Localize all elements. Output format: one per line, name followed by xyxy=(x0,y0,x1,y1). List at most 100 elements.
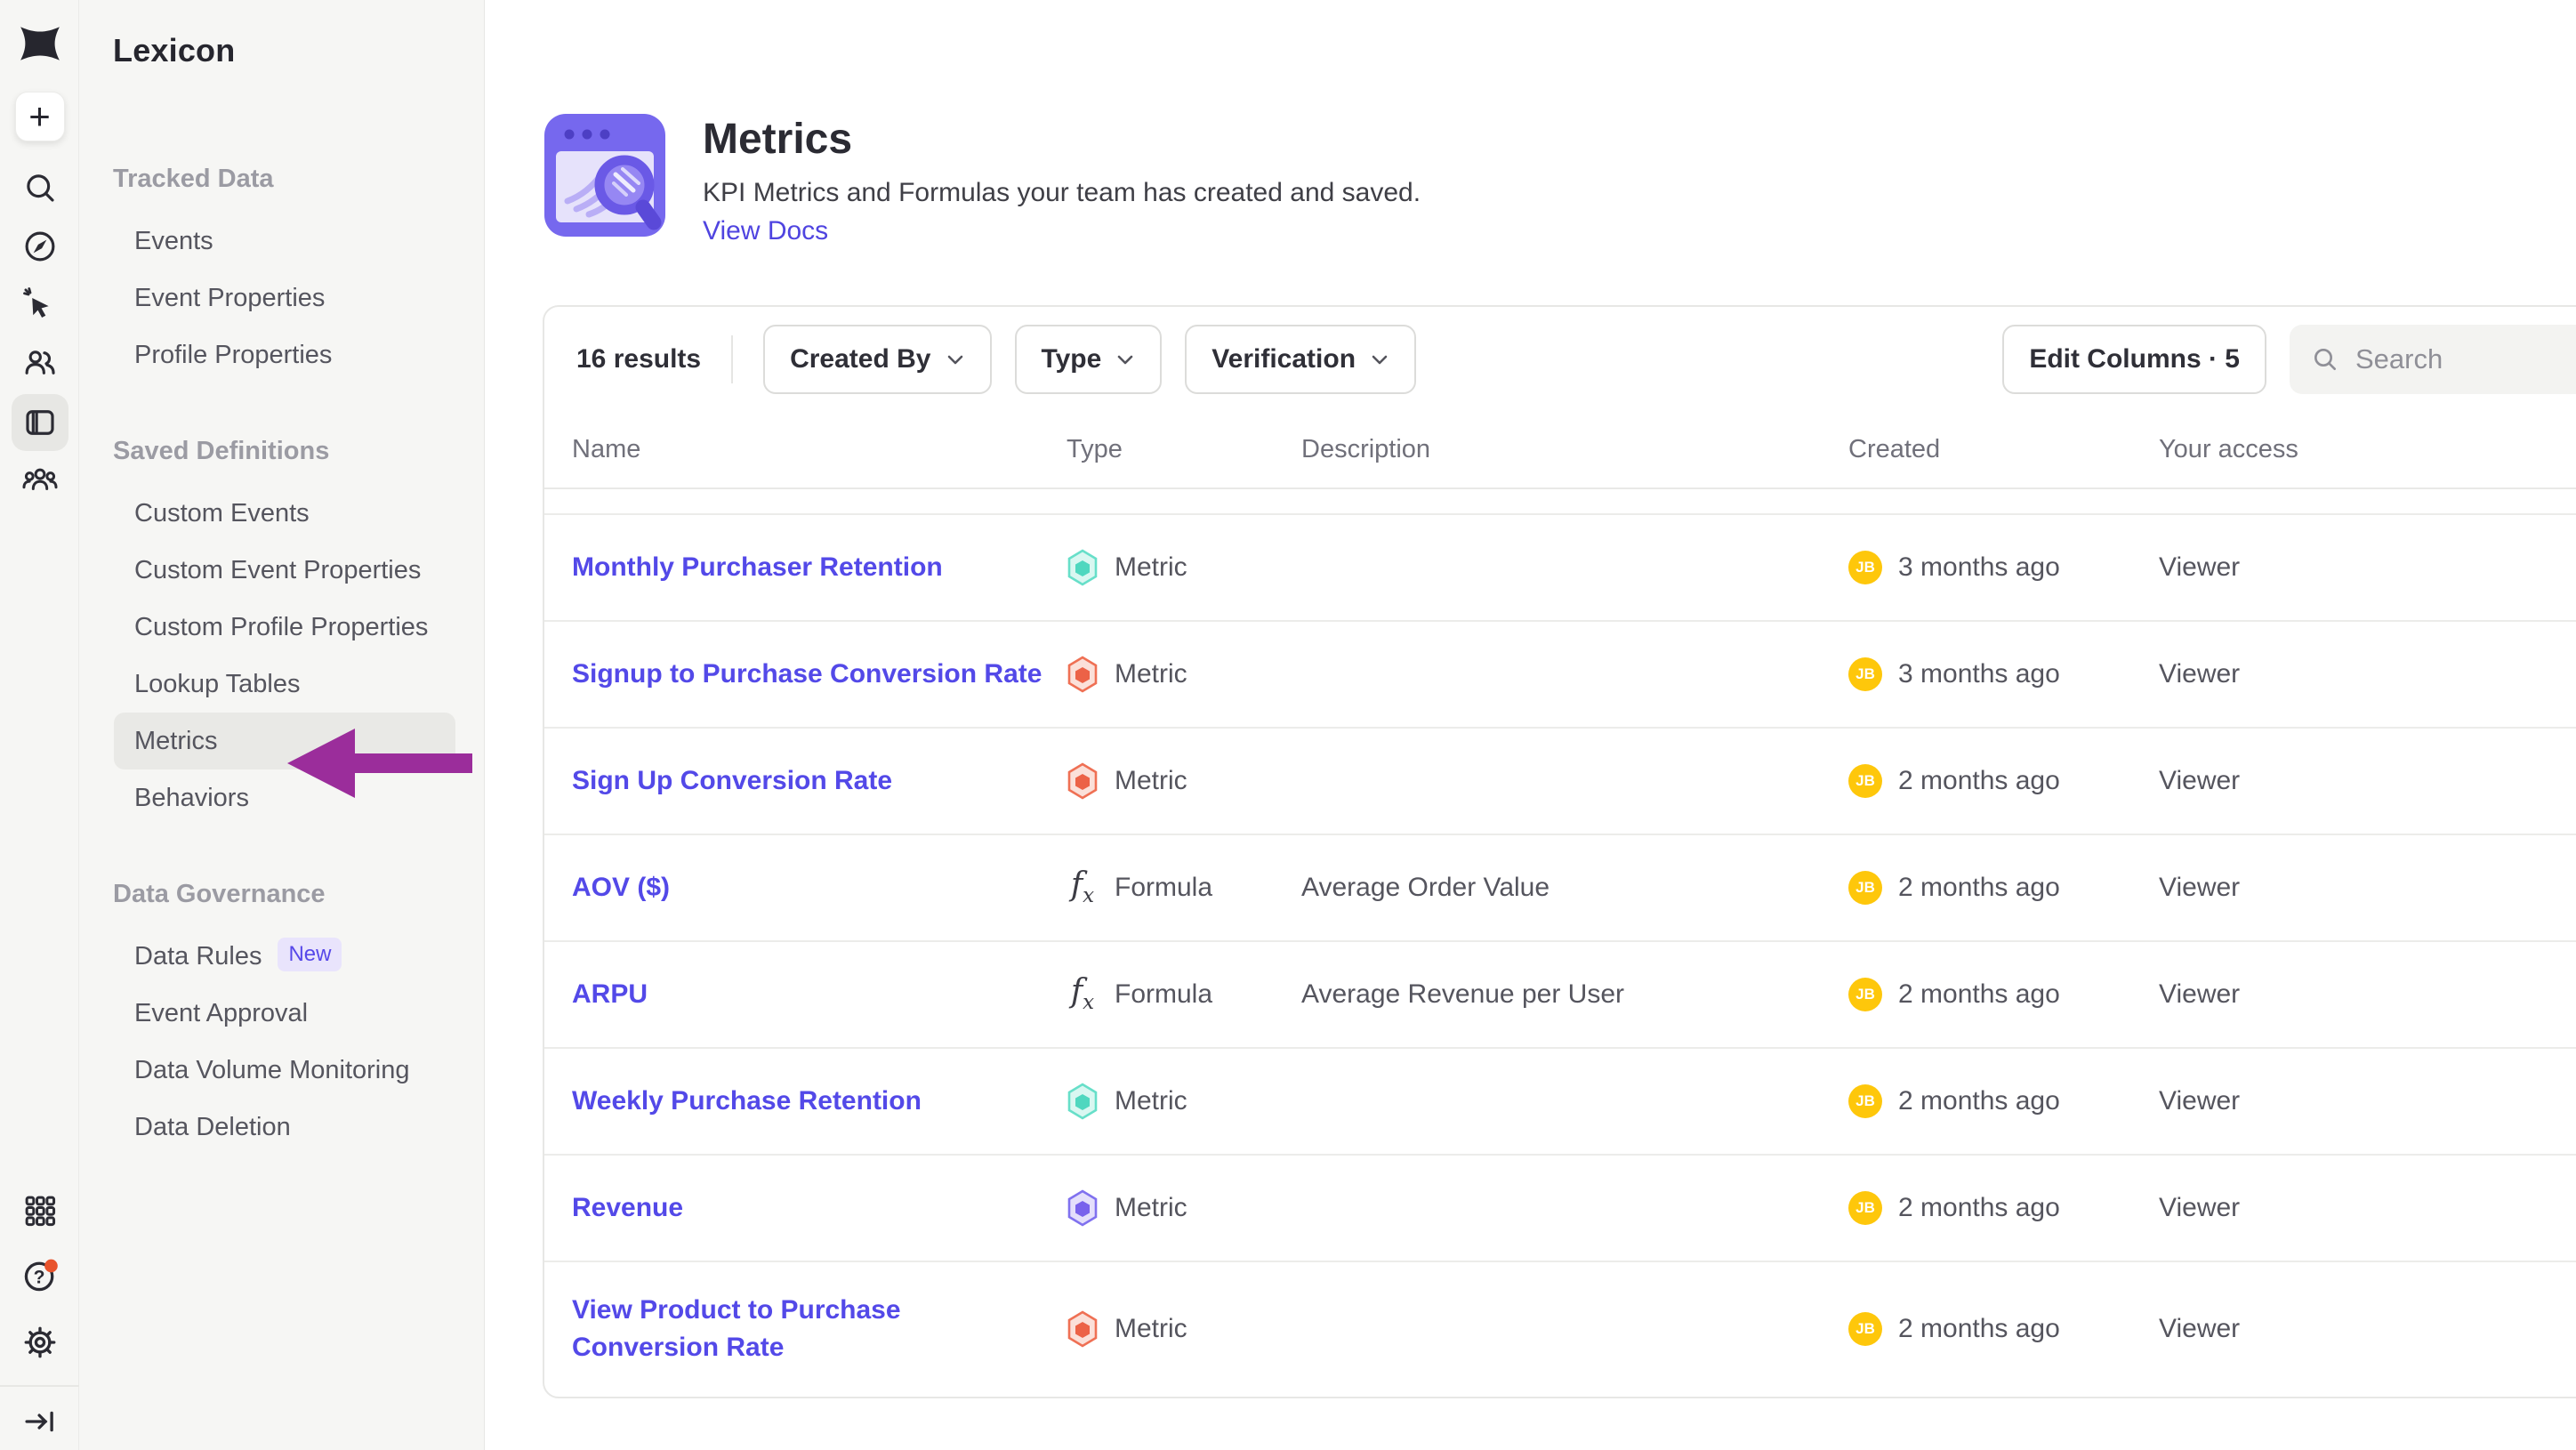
sidebar-item-label: Custom Event Properties xyxy=(134,556,421,584)
svg-text:?: ? xyxy=(33,1267,44,1287)
filter-type-button[interactable]: Type xyxy=(1015,325,1163,394)
edit-columns-button[interactable]: Edit Columns · 5 xyxy=(2002,325,2266,394)
icon-rail: +? xyxy=(0,0,79,1450)
section-label: Tracked Data xyxy=(113,161,484,197)
rail-divider xyxy=(0,1385,79,1387)
metric-name-link[interactable]: Revenue xyxy=(572,1189,1067,1227)
type-cell: fxFormula xyxy=(1067,869,1301,906)
metrics-app-icon xyxy=(543,112,667,238)
metric-name-link[interactable]: Weekly Purchase Retention xyxy=(572,1083,1067,1120)
avatar: JB xyxy=(1848,551,1882,584)
metric-name-link[interactable]: Monthly Purchaser Retention xyxy=(572,549,1067,586)
metric-hexagon-icon xyxy=(1067,1083,1099,1120)
sidebar-item-label: Behaviors xyxy=(134,784,249,812)
users-icon[interactable] xyxy=(0,343,79,381)
metric-name-link[interactable]: AOV ($) xyxy=(572,869,1067,906)
created-cell: JB2 months ago xyxy=(1848,1312,2159,1346)
column-header-your-access: Your access xyxy=(2159,435,2576,464)
page-subtitle: KPI Metrics and Formulas your team has c… xyxy=(703,174,1421,212)
metric-hexagon-icon xyxy=(1067,1189,1099,1227)
created-time: 2 months ago xyxy=(1898,766,2060,796)
access-cell: Viewer xyxy=(2159,766,2576,796)
sidebar-item-label: Metrics xyxy=(134,727,217,755)
filter-created-by-button[interactable]: Created By xyxy=(763,325,991,394)
metric-hexagon-icon xyxy=(1067,549,1099,586)
view-docs-link[interactable]: View Docs xyxy=(703,213,828,249)
metrics-table-panel: 16 results Created By Type Verification Ed… xyxy=(543,305,2576,1398)
explore-compass-icon[interactable] xyxy=(0,228,79,265)
events-cursor-icon[interactable] xyxy=(0,286,79,323)
sidebar-item-custom-profile-properties[interactable]: Custom Profile Properties xyxy=(114,599,455,656)
type-cell: Metric xyxy=(1067,656,1301,693)
description-cell: Average Revenue per User xyxy=(1301,979,1848,1010)
type-label: Metric xyxy=(1115,766,1187,796)
created-time: 2 months ago xyxy=(1898,1314,2060,1344)
table-row: Sign Up Conversion RateMetricJB2 months … xyxy=(544,729,2576,835)
create-plus-icon[interactable]: + xyxy=(0,92,79,141)
created-cell: JB 2 months ago xyxy=(1848,978,2159,1011)
metric-hexagon-icon xyxy=(1067,656,1099,693)
access-cell: Viewer xyxy=(2159,659,2576,689)
metric-hexagon-icon xyxy=(1067,762,1099,800)
type-label: Metric xyxy=(1115,1193,1187,1223)
avatar: JB xyxy=(1848,978,1882,1011)
metric-name-link[interactable]: Sign Up Conversion Rate xyxy=(572,762,1067,800)
new-badge: New xyxy=(278,938,342,971)
metric-name-link[interactable]: Signup to Purchase Conversion Rate xyxy=(572,656,1067,693)
sidebar-item-event-approval[interactable]: Event Approval xyxy=(114,985,455,1042)
type-label: Metric xyxy=(1115,659,1187,689)
sidebar-item-label: Data Volume Monitoring xyxy=(134,1056,410,1084)
sidebar-item-custom-event-properties[interactable]: Custom Event Properties xyxy=(114,542,455,599)
settings-gear-icon[interactable] xyxy=(0,1324,79,1361)
type-cell: Metric xyxy=(1067,549,1301,586)
table-row: View Product to Purchase Conversion Rate… xyxy=(544,1262,2576,1396)
apps-grid-icon[interactable] xyxy=(0,1192,79,1229)
help-question-icon[interactable]: ? xyxy=(0,1256,79,1295)
sidebar-item-data-rules[interactable]: Data Rules New xyxy=(114,928,455,985)
filter-label: Created By xyxy=(790,344,930,375)
annotation-arrow-icon xyxy=(287,729,474,798)
formula-fx-icon: fx xyxy=(1067,869,1099,906)
sidebar-item-profile-properties[interactable]: Profile Properties xyxy=(114,326,455,383)
filter-verification-button[interactable]: Verification xyxy=(1185,325,1416,394)
created-cell: JB2 months ago xyxy=(1848,871,2159,905)
created-time: 2 months ago xyxy=(1898,979,2060,1010)
sidebar-item-lookup-tables[interactable]: Lookup Tables xyxy=(114,656,455,713)
type-cell: fxFormula xyxy=(1067,976,1301,1013)
results-count: 16 results xyxy=(576,344,701,375)
sidebar-item-event-properties[interactable]: Event Properties xyxy=(114,270,455,326)
search-input[interactable] xyxy=(2355,343,2569,375)
sidebar-item-label: Data Rules xyxy=(134,942,262,971)
metric-name-link[interactable]: ARPU xyxy=(572,976,1067,1013)
column-header-created: Created xyxy=(1848,435,2159,464)
search-box[interactable] xyxy=(2290,325,2576,394)
filter-label: Type xyxy=(1042,344,1102,375)
sidebar-item-data-volume-monitoring[interactable]: Data Volume Monitoring xyxy=(114,1042,455,1099)
sidebar-item-custom-events[interactable]: Custom Events xyxy=(114,485,455,542)
metric-name-link[interactable]: View Product to Purchase Conversion Rate xyxy=(572,1292,1067,1366)
sidebar-item-events[interactable]: Events xyxy=(114,213,455,270)
cohorts-group-icon[interactable] xyxy=(0,461,79,498)
created-cell: JB3 months ago xyxy=(1848,657,2159,691)
search-icon[interactable] xyxy=(0,169,79,206)
access-cell: Viewer xyxy=(2159,1086,2576,1116)
sidebar-item-label: Profile Properties xyxy=(134,341,332,369)
avatar: JB xyxy=(1848,657,1882,691)
type-label: Metric xyxy=(1115,552,1187,583)
avatar: JB xyxy=(1848,1191,1882,1225)
table-row: AOV ($)fxFormulaAverage Order ValueJB2 m… xyxy=(544,835,2576,942)
table-toolbar: 16 results Created By Type Verification Ed… xyxy=(544,307,2576,411)
nav-section-tracked-data: Tracked Data EventsEvent Properties Profil… xyxy=(79,161,484,383)
search-icon xyxy=(2311,344,2339,375)
collapse-sidebar-icon[interactable] xyxy=(0,1403,79,1440)
created-cell: JB2 months ago xyxy=(1848,1191,2159,1225)
table-row: Signup to Purchase Conversion Rate Metric… xyxy=(544,622,2576,729)
column-header-type: Type xyxy=(1067,435,1301,464)
type-label: Formula xyxy=(1115,979,1212,1010)
type-cell: Metric xyxy=(1067,1189,1301,1227)
lexicon-book-active-icon[interactable] xyxy=(0,394,79,451)
sidebar-item-label: Custom Events xyxy=(134,499,310,528)
filter-label: Verification xyxy=(1212,344,1356,375)
sidebar-item-data-deletion[interactable]: Data Deletion xyxy=(114,1099,455,1156)
metric-hexagon-icon xyxy=(1067,1310,1099,1348)
